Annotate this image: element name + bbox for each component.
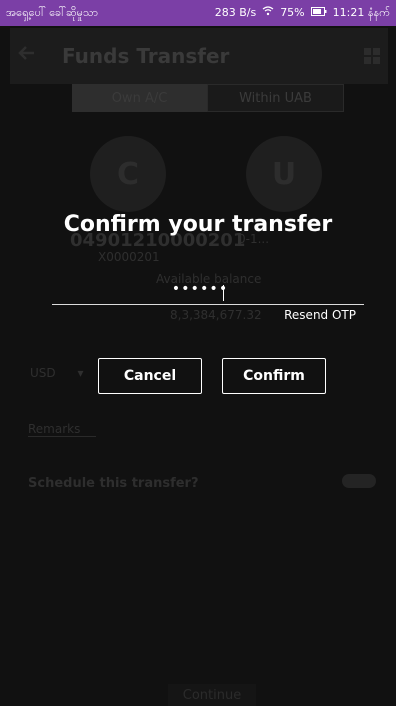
otp-underline xyxy=(52,304,364,305)
otp-input[interactable] xyxy=(100,276,300,302)
from-account-avatar: C xyxy=(90,136,166,212)
text-cursor xyxy=(223,285,224,301)
schedule-label: Schedule this transfer? xyxy=(28,476,199,491)
from-avatar-initial: C xyxy=(116,156,140,192)
remarks-field[interactable]: Remarks xyxy=(28,422,80,436)
to-avatar-initial: U xyxy=(271,156,297,192)
back-arrow-icon[interactable] xyxy=(16,42,38,64)
continue-button[interactable]: Continue xyxy=(168,684,256,706)
remarks-underline xyxy=(28,436,96,437)
status-right-group: 283 B/s 75% 11:21 နံနက် xyxy=(215,6,390,22)
to-account-avatar: U xyxy=(246,136,322,212)
tab-own-account[interactable]: Own A/C xyxy=(72,84,207,112)
wifi-icon xyxy=(262,6,274,22)
dialog-title: Confirm your transfer xyxy=(63,212,333,237)
cancel-button[interactable]: Cancel xyxy=(98,358,202,394)
tab-within-uab[interactable]: Within UAB xyxy=(207,84,344,112)
balance-amount: 8,3,384,677.32 xyxy=(170,308,262,322)
status-left-text: အရှေ့ပေါ် ခေါ်ဆိုမှုသာ xyxy=(6,6,99,19)
battery-icon xyxy=(310,6,327,22)
grid-menu-icon[interactable] xyxy=(364,48,380,64)
resend-otp-link[interactable]: Resend OTP xyxy=(284,308,356,322)
battery-percent: 75% xyxy=(280,6,305,19)
clock: 11:21 နံနက် xyxy=(332,6,390,19)
app-bar: Funds Transfer xyxy=(10,28,388,84)
chevron-down-icon: ▾ xyxy=(77,366,84,380)
confirm-button[interactable]: Confirm xyxy=(222,358,326,394)
network-speed: 283 B/s xyxy=(214,6,257,19)
page-title: Funds Transfer xyxy=(62,44,230,68)
transfer-type-toggle: Own A/C Within UAB xyxy=(72,84,344,112)
currency-select[interactable]: USD ▾ xyxy=(30,366,84,380)
currency-value: USD xyxy=(30,366,56,380)
schedule-toggle[interactable] xyxy=(342,474,376,488)
otp-field[interactable] xyxy=(100,276,300,302)
phone-screen: အရှေ့ပေါ် ခေါ်ဆိုမှုသာ 283 B/s 75% 11:21… xyxy=(0,0,396,706)
from-account-sub: X0000201 xyxy=(98,250,160,264)
status-bar: အရှေ့ပေါ် ခေါ်ဆိုမှုသာ 283 B/s 75% 11:21… xyxy=(0,0,396,26)
